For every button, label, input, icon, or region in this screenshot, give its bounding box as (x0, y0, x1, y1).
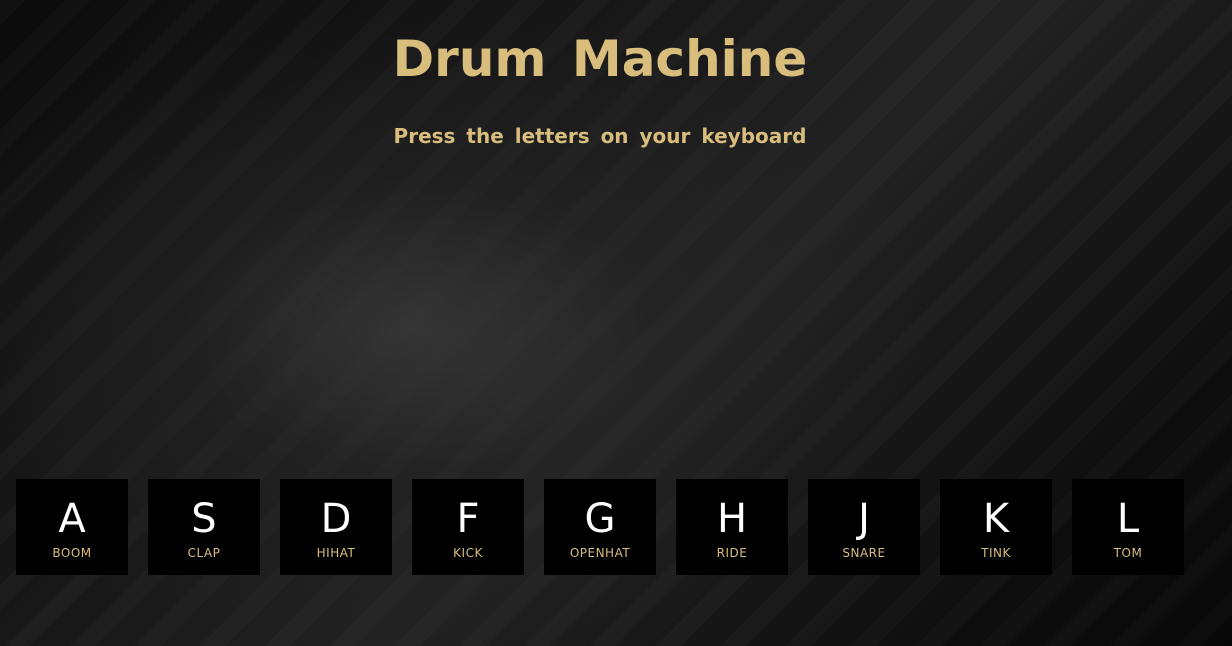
key-letter: L (1116, 496, 1140, 542)
page-title: Drum Machine (392, 30, 808, 88)
key-sound-label: RIDE (716, 546, 748, 560)
drum-key-s[interactable]: S CLAP (148, 479, 260, 575)
key-sound-label: TINK (981, 546, 1011, 560)
drum-key-j[interactable]: J SNARE (808, 479, 920, 575)
drum-key-l[interactable]: L TOM (1072, 479, 1184, 575)
drum-key-g[interactable]: G OPENHAT (544, 479, 656, 575)
key-letter: J (858, 496, 870, 542)
key-sound-label: KICK (453, 546, 483, 560)
key-letter: D (320, 496, 352, 542)
key-letter: G (584, 496, 616, 542)
key-letter: H (716, 496, 748, 542)
key-letter: S (191, 496, 217, 542)
key-sound-label: OPENHAT (569, 546, 631, 560)
page-subtitle: Press the letters on your keyboard (393, 124, 807, 148)
drum-key-k[interactable]: K TINK (940, 479, 1052, 575)
key-letter: F (456, 496, 480, 542)
key-sound-label: HIHAT (316, 546, 356, 560)
drum-key-a[interactable]: A BOOM (16, 479, 128, 575)
drum-key-h[interactable]: H RIDE (676, 479, 788, 575)
drum-key-d[interactable]: D HIHAT (280, 479, 392, 575)
drum-key-f[interactable]: F KICK (412, 479, 524, 575)
drum-keys: A BOOM S CLAP D HIHAT F KICK G OPENHAT H… (16, 479, 1184, 575)
key-sound-label: BOOM (52, 546, 92, 560)
key-letter: K (982, 496, 1010, 542)
key-sound-label: SNARE (842, 546, 886, 560)
key-letter: A (58, 496, 86, 542)
key-sound-label: CLAP (187, 546, 221, 560)
key-sound-label: TOM (1113, 546, 1143, 560)
